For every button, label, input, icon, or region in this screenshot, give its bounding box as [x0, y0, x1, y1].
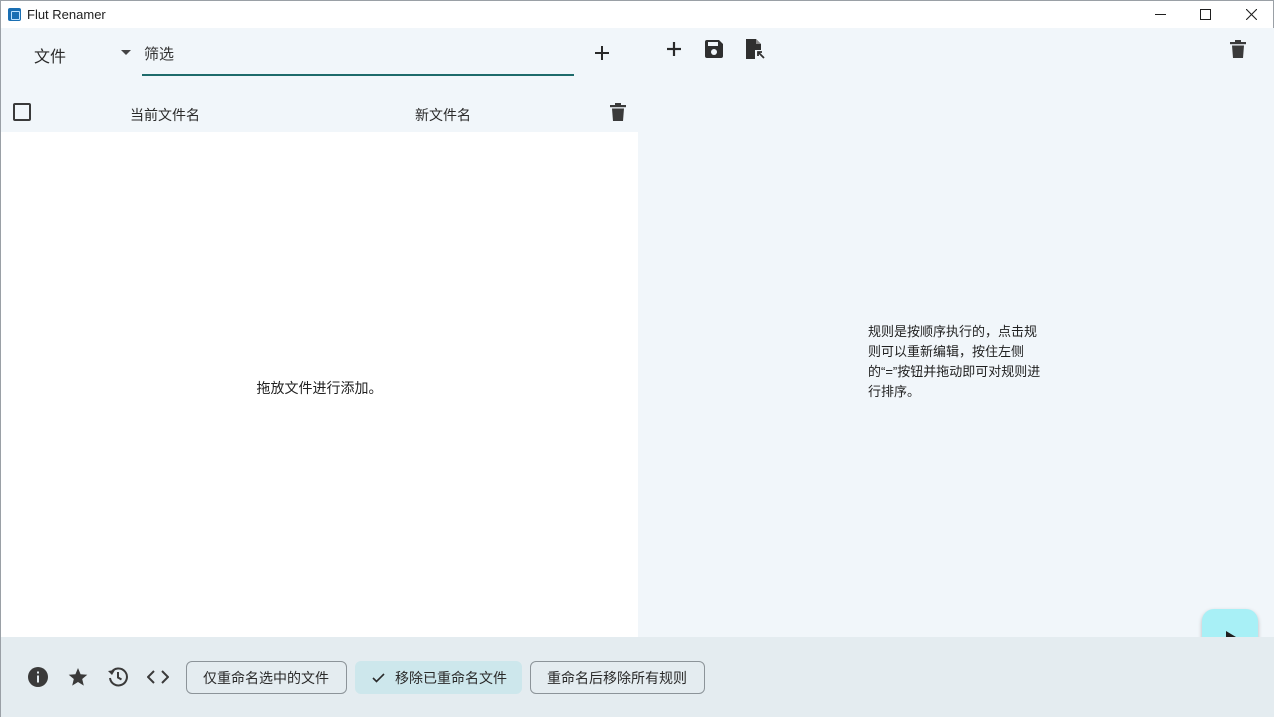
file-type-value: 文件	[34, 49, 67, 66]
load-rules-button[interactable]	[742, 36, 768, 62]
drop-hint-text: 拖放文件进行添加。	[256, 380, 383, 396]
check-icon	[372, 672, 385, 683]
plus-icon	[595, 46, 609, 60]
clear-files-button[interactable]	[608, 101, 628, 123]
save-icon	[705, 40, 723, 58]
file-type-dropdown[interactable]: 文件	[34, 42, 134, 66]
remove-renamed-files-chip[interactable]: 移除已重命名文件	[355, 661, 522, 694]
delete-icon	[1230, 40, 1246, 58]
add-files-button[interactable]	[589, 40, 615, 66]
close-button[interactable]	[1228, 1, 1274, 28]
info-button[interactable]	[26, 665, 50, 689]
bottom-bar: 仅重命名选中的文件 移除已重命名文件 重命名后移除所有规则	[1, 637, 1274, 717]
file-list-header: 当前文件名 新文件名	[1, 93, 638, 132]
title-bar: Flut Renamer	[1, 1, 1273, 28]
column-current-name: 当前文件名	[130, 107, 200, 123]
add-rule-button[interactable]	[661, 36, 687, 62]
file-drop-area[interactable]: 拖放文件进行添加。	[1, 132, 638, 637]
star-icon	[68, 668, 88, 686]
info-icon	[28, 667, 48, 687]
file-export-icon	[746, 39, 765, 59]
maximize-button[interactable]	[1182, 1, 1228, 28]
close-icon	[1245, 9, 1257, 20]
star-button[interactable]	[66, 665, 90, 689]
file-toolbar: 文件	[1, 28, 638, 93]
column-new-name: 新文件名	[415, 107, 471, 123]
window-title: Flut Renamer	[27, 7, 106, 22]
plus-icon	[667, 42, 681, 56]
remove-rules-after-rename-chip[interactable]: 重命名后移除所有规则	[530, 661, 705, 694]
save-rules-button[interactable]	[701, 36, 727, 62]
rename-selected-only-chip[interactable]: 仅重命名选中的文件	[186, 661, 347, 694]
dropdown-caret-icon	[121, 50, 131, 55]
minimize-button[interactable]	[1137, 1, 1183, 28]
clear-rules-button[interactable]	[1225, 36, 1251, 62]
minimize-icon	[1154, 14, 1166, 15]
rules-hint-text: 规则是按顺序执行的，点击规则可以重新编辑，按住左侧的“=”按钮并拖动即可对规则进…	[868, 324, 1041, 399]
rules-panel: 规则是按顺序执行的，点击规则可以重新编辑，按住左侧的“=”按钮并拖动即可对规则进…	[638, 28, 1274, 665]
filter-input[interactable]	[142, 40, 574, 76]
select-all-checkbox[interactable]	[13, 103, 31, 121]
history-button[interactable]	[106, 665, 130, 689]
chip-label: 重命名后移除所有规则	[547, 669, 687, 686]
maximize-icon	[1199, 9, 1211, 20]
chip-label: 移除已重命名文件	[395, 669, 507, 686]
app-window: Flut Renamer 文件 筛选 当前文件名 新文件名 拖放文件进行添加。 …	[0, 0, 1274, 717]
app-logo-icon	[8, 8, 21, 21]
chip-label: 仅重命名选中的文件	[203, 669, 329, 686]
delete-icon	[610, 103, 626, 121]
code-icon	[147, 670, 169, 684]
code-button[interactable]	[146, 665, 170, 689]
history-icon	[108, 667, 128, 687]
